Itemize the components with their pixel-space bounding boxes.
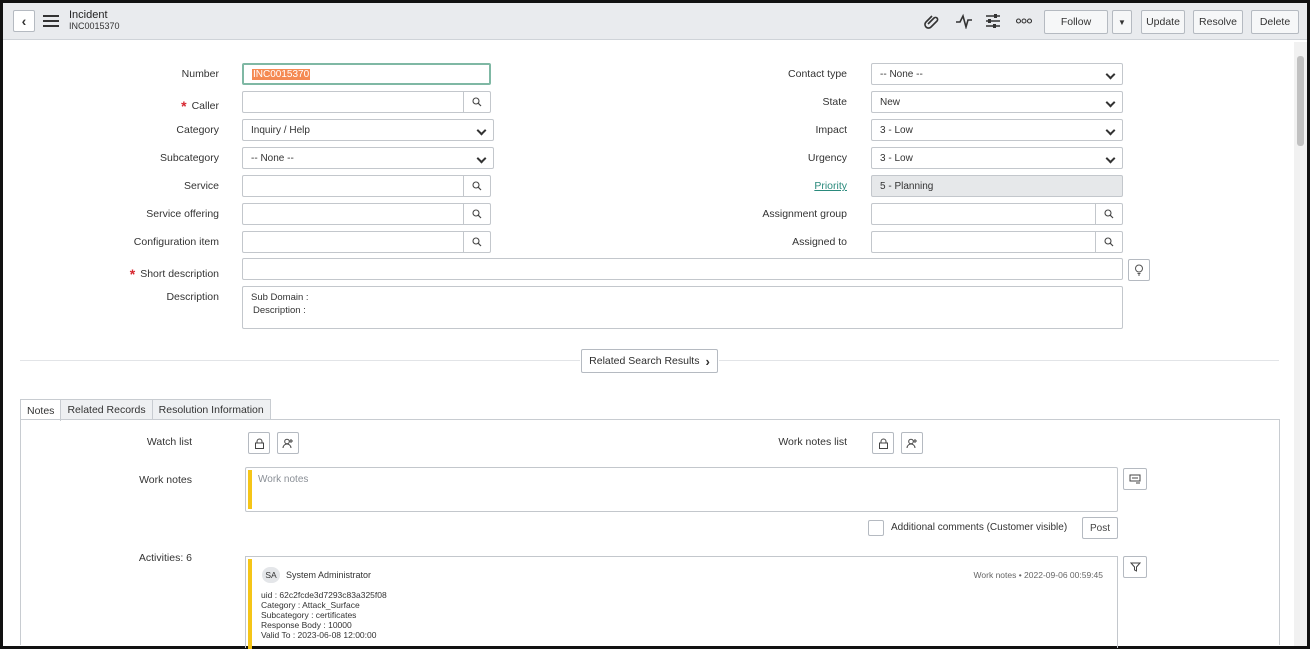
search-icon[interactable] [1095,232,1122,252]
lightbulb-icon[interactable] [1128,259,1150,281]
category-label: Category [176,124,219,136]
caret-down-icon: ▼ [1118,17,1126,27]
compose-icon[interactable] [1123,468,1147,490]
related-search-results-button[interactable]: Related Search Results › [581,349,718,373]
required-indicator-icon: * [181,98,187,114]
short-description-field[interactable] [242,258,1123,280]
contact-type-select[interactable]: -- None -- [871,63,1123,85]
assigned-to-label: Assigned to [792,236,847,248]
divider-left [20,360,580,361]
impact-label: Impact [815,124,847,136]
assigned-to-field[interactable] [871,231,1123,253]
work-notes-list-label: Work notes list [778,436,847,448]
record-type-title: Incident [69,9,108,21]
activity-line: Response Body : 10000 [261,620,352,630]
priority-label[interactable]: Priority [647,180,847,192]
work-notes-placeholder: Work notes [258,474,309,485]
search-icon[interactable] [463,176,490,196]
record-number: INC0015370 [69,21,120,31]
assignment-group-label: Assignment group [762,208,847,220]
work-notes-textarea[interactable]: Work notes [245,467,1118,512]
tab-related-records[interactable]: Related Records [60,399,153,420]
scrollbar-thumb[interactable] [1297,56,1304,146]
search-icon[interactable] [463,92,490,112]
number-label: Number [181,68,219,80]
short-description-label: * Short description [129,266,219,282]
form-header: ‹ Incident INC0015370 Follow ▼ Update Re… [3,3,1307,40]
state-select[interactable]: New [871,91,1123,113]
add-user-icon[interactable] [901,432,923,454]
service-offering-label: Service offering [146,208,219,220]
filter-icon[interactable] [1123,556,1147,578]
activity-accent-bar [248,559,252,649]
activity-author: System Administrator [286,570,372,580]
caller-label: * Caller [181,98,219,114]
resolve-button[interactable]: Resolve [1193,10,1243,34]
avatar: SA [262,567,280,583]
activity-stream: SA System Administrator Work notes • 202… [245,556,1118,649]
impact-select[interactable]: 3 - Low [871,119,1123,141]
activity-line: Subcategory : certificates [261,610,357,620]
configuration-item-field[interactable] [242,231,491,253]
description-label: Description [166,291,219,303]
lock-icon[interactable] [248,432,270,454]
urgency-label: Urgency [807,152,847,164]
additional-comments-checkbox[interactable] [868,520,884,536]
activity-line: Valid To : 2023-06-08 12:00:00 [261,630,377,640]
activity-pulse-icon[interactable] [955,13,973,29]
chevron-right-icon: › [705,353,710,369]
tab-bar: Notes Related Records Resolution Informa… [20,399,271,421]
category-select[interactable]: Inquiry / Help [242,119,494,141]
number-field[interactable]: INC0015370 [242,63,491,85]
add-user-icon[interactable] [277,432,299,454]
urgency-select[interactable]: 3 - Low [871,147,1123,169]
update-button[interactable]: Update [1141,10,1185,34]
subcategory-select[interactable]: -- None -- [242,147,494,169]
search-icon[interactable] [1095,204,1122,224]
activity-line: uid : 62c2fcde3d7293c83a325f08 [261,590,387,600]
search-icon[interactable] [463,232,490,252]
activity-meta: Work notes • 2022-09-06 00:59:45 [973,570,1103,580]
more-options-icon[interactable] [1016,18,1032,24]
hamburger-menu-icon[interactable] [43,15,59,27]
number-value: INC0015370 [252,68,311,80]
service-offering-field[interactable] [242,203,491,225]
work-notes-label: Work notes [139,474,192,486]
service-field[interactable] [242,175,491,197]
search-icon[interactable] [463,204,490,224]
activity-line: Category : Attack_Surface [261,600,360,610]
lock-icon[interactable] [872,432,894,454]
description-textarea[interactable]: Sub Domain : Description : [242,286,1123,329]
contact-type-label: Contact type [788,68,847,80]
subcategory-label: Subcategory [160,152,219,164]
post-button[interactable]: Post [1082,517,1118,539]
priority-field: 5 - Planning [871,175,1123,197]
back-button[interactable]: ‹ [13,10,35,32]
follow-button[interactable]: Follow [1044,10,1108,34]
required-indicator-icon: * [129,266,136,282]
follow-dropdown-button[interactable]: ▼ [1112,10,1132,34]
configuration-item-label: Configuration item [133,236,219,248]
assignment-group-field[interactable] [871,203,1123,225]
additional-comments-label: Additional comments (Customer visible) [891,522,1068,533]
divider-right [719,360,1279,361]
tab-notes[interactable]: Notes [20,399,62,421]
paperclip-icon[interactable] [924,13,940,29]
tab-resolution-information[interactable]: Resolution Information [151,399,271,420]
state-label: State [822,96,847,108]
service-label: Service [183,180,219,192]
work-notes-accent-bar [248,470,252,509]
chevron-left-icon: ‹ [21,13,27,29]
description-line-1: Sub Domain : [251,292,309,303]
watch-list-label: Watch list [146,436,192,448]
settings-sliders-icon[interactable] [985,13,1001,29]
delete-button[interactable]: Delete [1251,10,1299,34]
scrollbar[interactable] [1294,42,1307,646]
activities-label: Activities: 6 [138,552,192,564]
caller-field[interactable] [242,91,491,113]
description-line-2: Description : [253,305,306,316]
